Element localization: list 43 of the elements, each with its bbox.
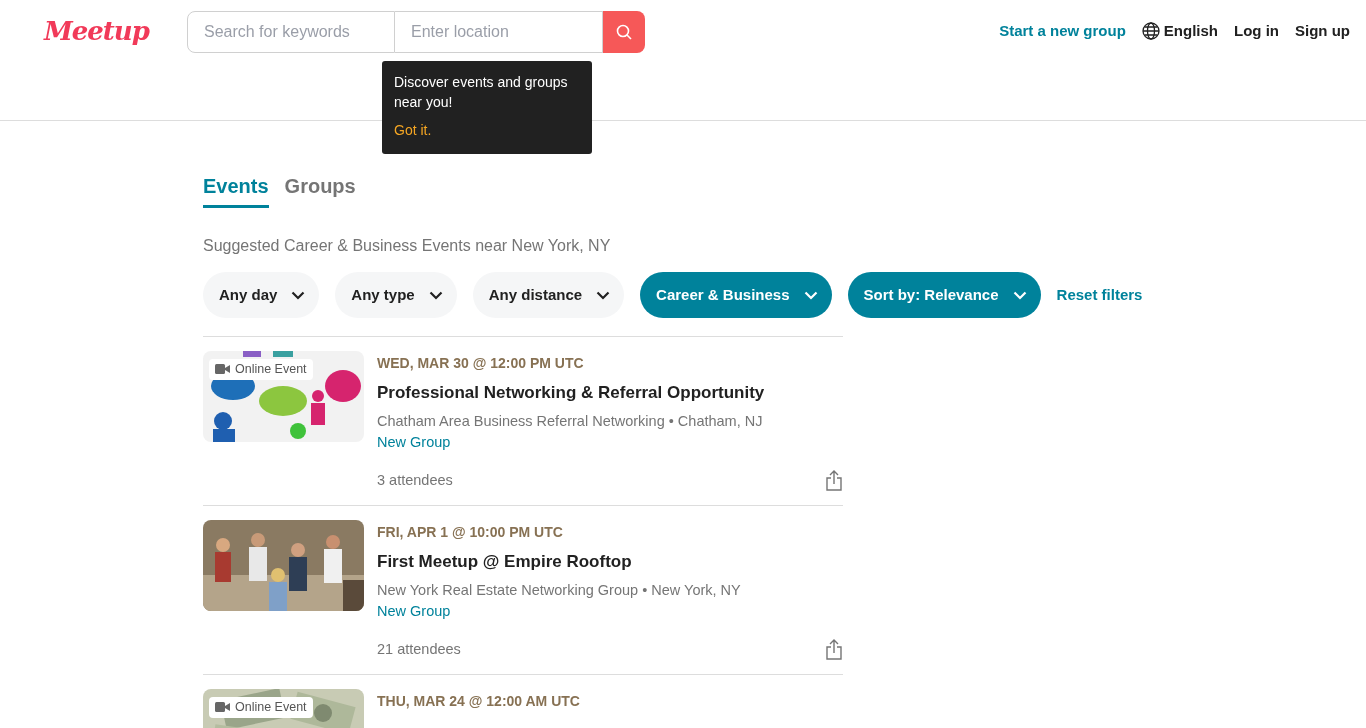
video-camera-icon [215,364,230,375]
filter-dropdown[interactable]: Sort by: Relevance [847,272,1041,318]
chevron-down-icon [291,290,306,300]
video-camera-icon [215,702,230,713]
globe-icon [1141,22,1160,40]
reset-filters-link[interactable]: Reset filters [1056,283,1143,307]
event-date: FRI, APR 1 @ 10:00 PM UTC [377,523,564,542]
attendee-count: 3 attendees [377,471,453,490]
group-name: Chatham Area Business Referral Networking • Chatham, NJ [377,411,764,431]
event-title[interactable]: First Meetup @ Empire Rooftop [377,549,843,575]
tab[interactable]: Events [203,171,269,208]
nav-link[interactable]: Log in [1234,19,1279,43]
attendee-count: 21 attendees [377,640,461,659]
chevron-down-icon [1012,290,1027,300]
logo[interactable]: Meetup [40,13,153,49]
results-heading: Suggested Career & Business Events near New York, NY [203,236,612,256]
tab[interactable]: Groups [284,171,356,208]
chevron-down-icon [428,290,443,300]
group-name: New York Real Estate Networking Group • New York, NY [377,580,742,600]
nav-link[interactable]: Sign up [1295,19,1350,43]
search-icon [615,24,632,40]
chevron-down-icon [803,290,818,300]
new-group-label: New Group [377,433,452,453]
event-date: THU, MAR 24 @ 12:00 AM UTC [377,692,581,711]
language-link[interactable]: English [1141,19,1218,43]
filter-dropdown[interactable]: Career & Business [640,272,832,318]
nav-link[interactable]: Start a new group [999,19,1126,43]
event-date: WED, MAR 30 @ 12:00 PM UTC [377,354,585,373]
search-button[interactable] [602,11,645,53]
share-icon[interactable] [825,639,843,661]
filter-dropdown[interactable]: Any type [335,272,457,318]
filter-dropdown[interactable]: Any distance [472,272,625,318]
online-event-badge: Online Event [209,359,313,380]
online-event-badge: Online Event [209,697,313,718]
keyword-search-field[interactable]: Search for keywords [186,11,395,53]
location-field[interactable]: Enter location [394,11,603,53]
event-title[interactable]: Professional Networking & Referral Opportunity [377,380,843,406]
chevron-down-icon [596,290,611,300]
tooltip-text: Discover events and groups near you! [394,73,569,112]
filter-dropdown[interactable]: Any day [203,272,320,318]
share-icon[interactable] [825,470,843,492]
new-group-label: New Group [377,602,452,622]
dismiss-link[interactable]: Got it. [394,120,432,140]
